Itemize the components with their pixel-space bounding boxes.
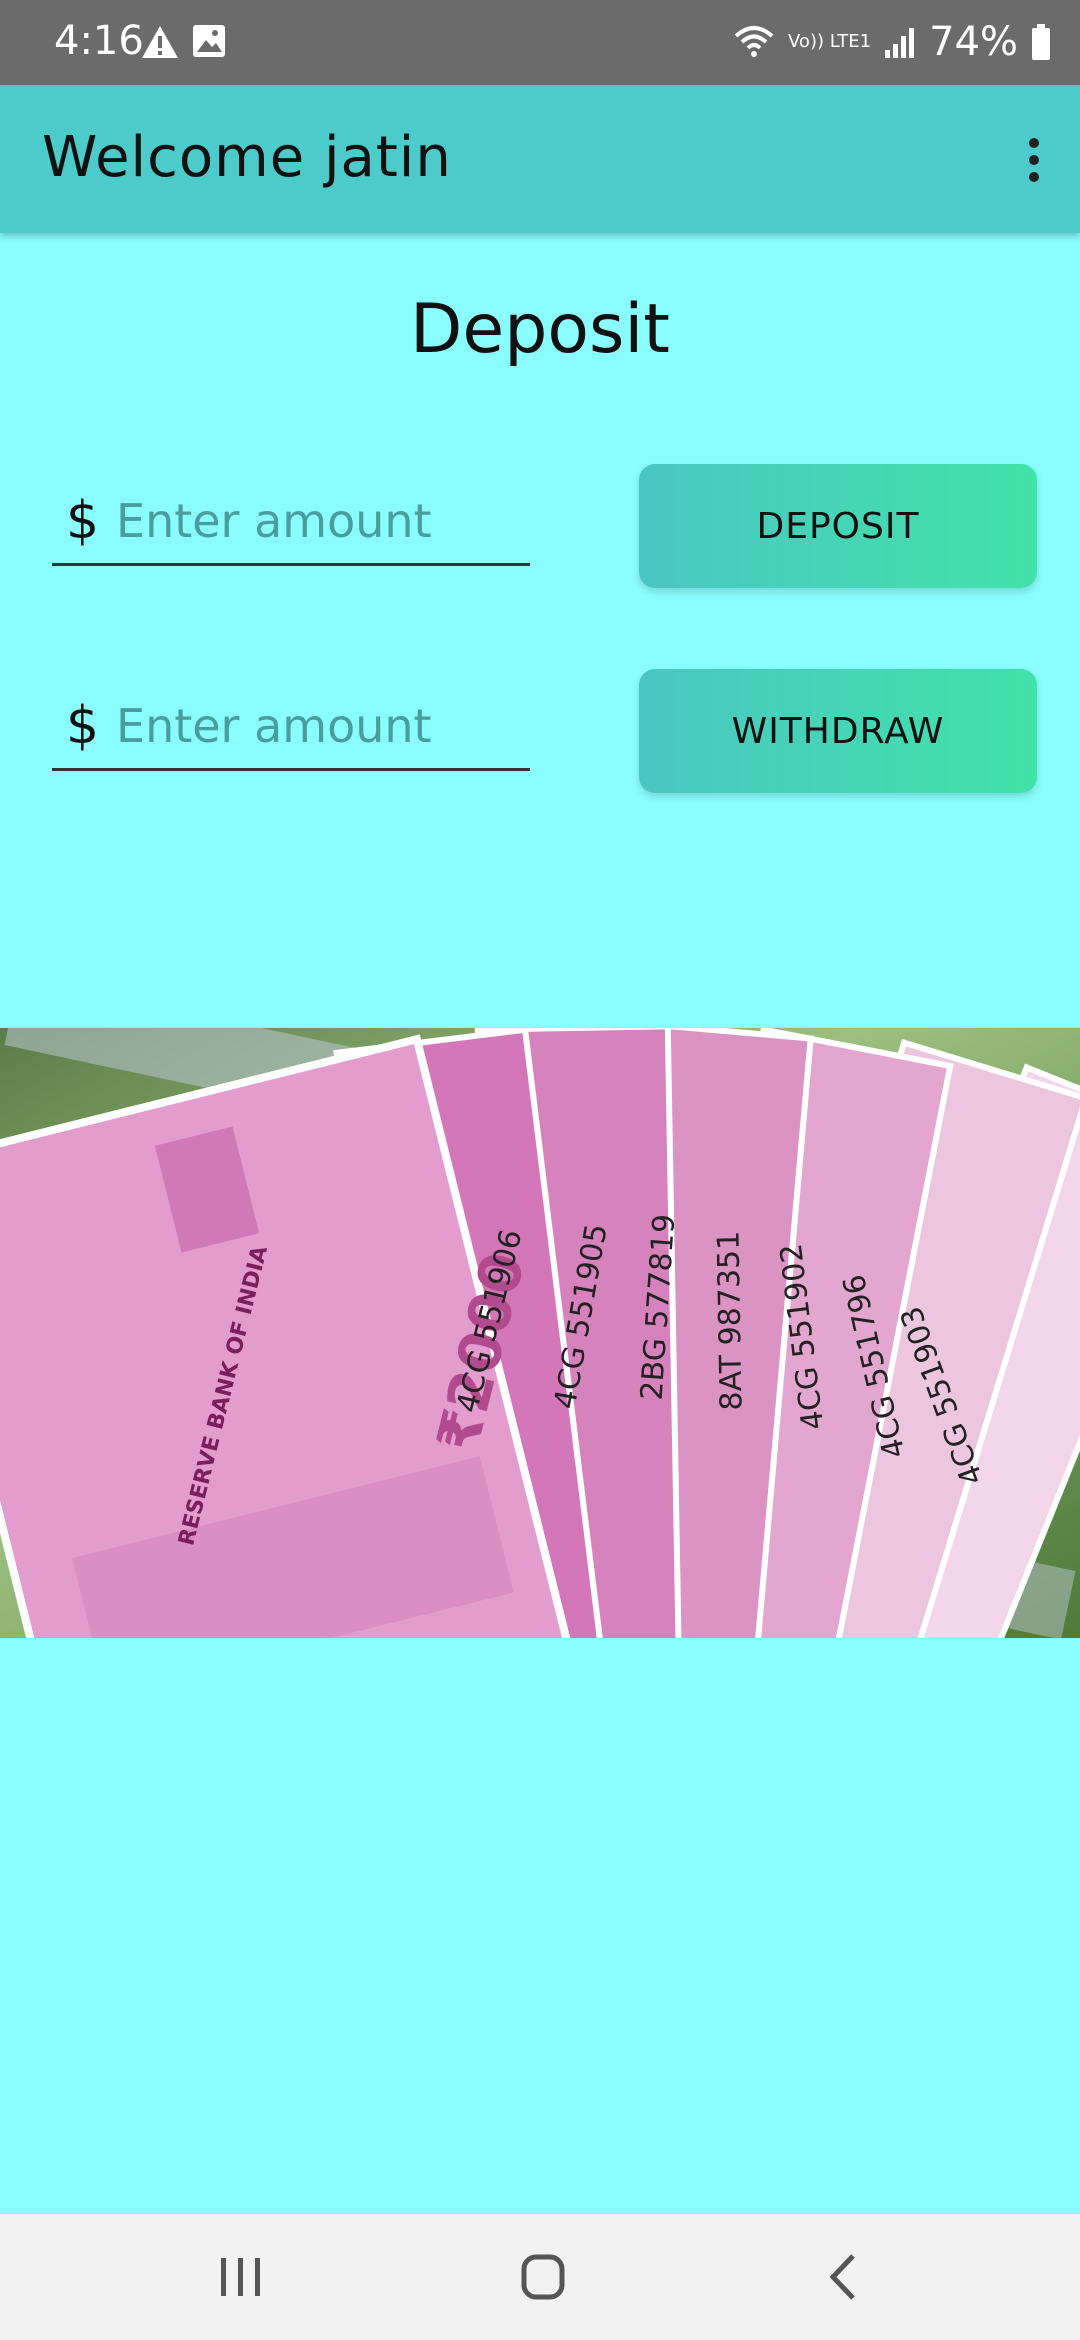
signal-icon (885, 28, 915, 58)
status-bar: 4:16 Vo)) LTE1 74% (0, 0, 1080, 85)
navigation-bar (0, 2214, 1080, 2340)
deposit-button[interactable]: DEPOSIT (639, 464, 1037, 588)
overflow-menu-icon[interactable] (1022, 135, 1046, 185)
recents-icon[interactable] (201, 2244, 281, 2310)
dollar-icon: $ (66, 695, 100, 756)
image-icon (193, 25, 225, 57)
withdraw-amount-input[interactable] (116, 698, 516, 753)
warning-icon (142, 26, 178, 58)
note-serial: 8AT 987351 (711, 1230, 750, 1411)
deposit-amount-input[interactable] (116, 493, 516, 548)
app-title: Welcome jatin (42, 125, 452, 190)
dollar-icon: $ (66, 490, 100, 551)
deposit-amount-field: $ (52, 478, 530, 566)
home-icon[interactable] (503, 2244, 583, 2310)
network-type-label: Vo)) LTE1 (788, 31, 872, 52)
back-icon[interactable] (805, 2244, 885, 2310)
withdraw-button[interactable]: WITHDRAW (639, 669, 1037, 793)
app-bar: Welcome jatin (0, 85, 1080, 233)
battery-icon (1032, 24, 1050, 60)
page-title: Deposit (410, 290, 670, 369)
withdraw-amount-field: $ (52, 683, 530, 771)
status-time: 4:16 (54, 18, 144, 64)
battery-percentage: 74% (929, 19, 1018, 65)
currency-notes-image: RESERVE BANK OF INDIA ₹2000 4CG 551906 4… (0, 1028, 1080, 1638)
wifi-icon (734, 26, 774, 57)
